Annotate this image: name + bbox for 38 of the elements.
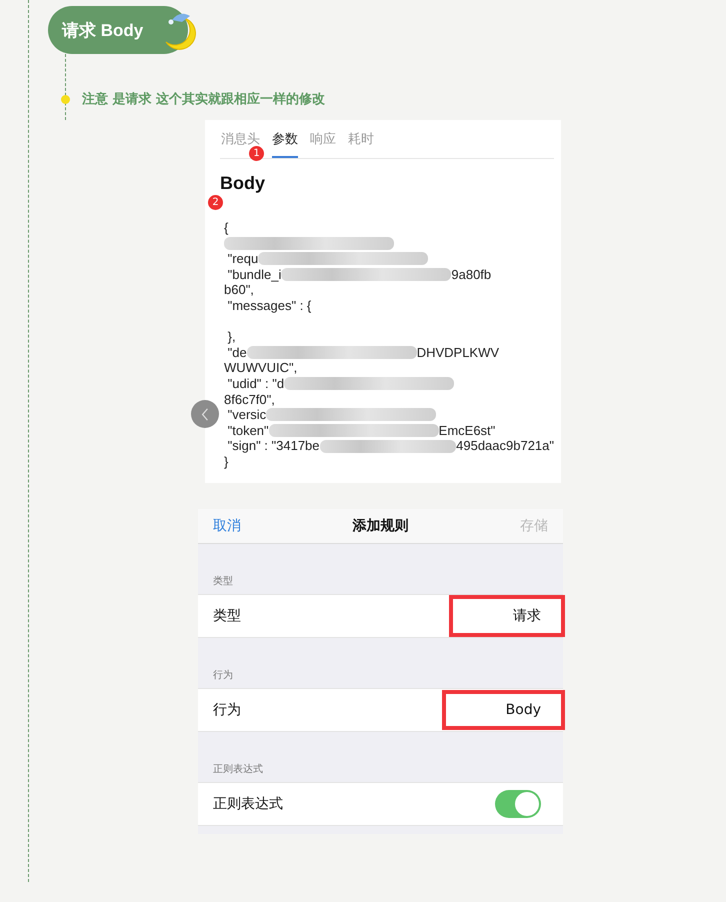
heading-title: 请求 Body bbox=[62, 20, 144, 42]
back-button[interactable] bbox=[191, 400, 219, 428]
row-label: 正则表达式 bbox=[213, 795, 283, 813]
code-text: "bundle_i bbox=[226, 266, 282, 282]
code-text: "token" bbox=[226, 422, 269, 438]
code-text: "versic bbox=[226, 407, 266, 423]
chevron-left-icon bbox=[201, 408, 209, 420]
section-header: 类型 bbox=[212, 574, 234, 589]
body-heading: Body bbox=[220, 173, 266, 194]
code-text: { bbox=[224, 220, 228, 236]
section-header: 行为 bbox=[212, 668, 234, 683]
section-header: 正则表达式 bbox=[212, 762, 264, 777]
tab[interactable]: 参数 bbox=[272, 128, 298, 158]
code-text: }, bbox=[226, 329, 236, 345]
code-text: "udid" : "d bbox=[226, 376, 284, 392]
code-text: } bbox=[224, 454, 228, 470]
bullet-dot bbox=[61, 94, 70, 104]
code-text: 9a80fb bbox=[451, 266, 492, 282]
step-marker: 1 bbox=[249, 146, 264, 161]
code-text: "messages" : { bbox=[226, 298, 312, 314]
row-label: 行为 bbox=[213, 701, 241, 719]
code-text: WUWVUIC", bbox=[224, 360, 298, 376]
code-text: "sign" : "3417be bbox=[226, 438, 320, 454]
code-text: b60", bbox=[224, 282, 254, 298]
row-label: 类型 bbox=[213, 607, 241, 625]
code-text: "de bbox=[226, 344, 247, 360]
screen-title: 添加规则 bbox=[352, 517, 408, 535]
code-text: DHVDPLKWV bbox=[416, 344, 500, 360]
cancel-button[interactable]: 取消 bbox=[213, 517, 241, 535]
tab[interactable]: 响应 bbox=[310, 128, 336, 158]
code-text: 495daac9b721a" bbox=[456, 438, 554, 454]
step-marker: 2 bbox=[208, 195, 223, 210]
tab[interactable]: 耗时 bbox=[348, 128, 374, 158]
code-text: 8f6c7f0", bbox=[224, 392, 275, 408]
note-text: 注意 是请求 这个其实就跟相应一样的修改 bbox=[82, 90, 326, 108]
code-text: EmcE6st" bbox=[438, 422, 496, 438]
code-text: "requ bbox=[226, 251, 258, 267]
toggle-switch[interactable] bbox=[495, 790, 541, 818]
